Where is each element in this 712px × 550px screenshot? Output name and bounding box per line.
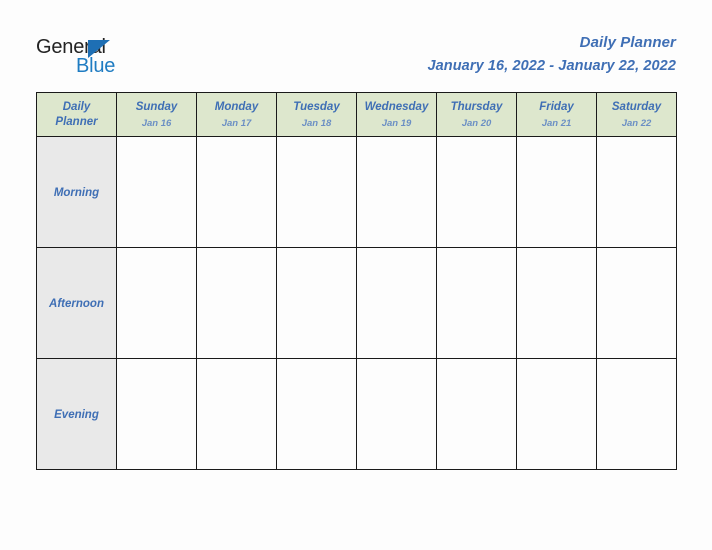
day-name-monday: Monday (214, 100, 259, 113)
table-header-row: Daily Planner Sunday Jan 16 Monday Jan 1… (36, 92, 677, 137)
planner-cell-evening-monday[interactable] (196, 358, 277, 470)
period-label-text: Evening (54, 409, 99, 421)
table-row-evening: Evening (36, 358, 677, 470)
planner-cell-afternoon-sunday[interactable] (116, 247, 197, 359)
planner-cell-morning-wednesday[interactable] (356, 136, 437, 248)
header-cell-sunday: Sunday Jan 16 (116, 92, 197, 137)
planner-page: General Blue Daily Planner January 16, 2… (0, 0, 712, 550)
day-date-thursday: Jan 20 (461, 117, 492, 129)
header-cell-friday: Friday Jan 21 (516, 92, 597, 137)
planner-cell-evening-tuesday[interactable] (276, 358, 357, 470)
corner-label-line1: Daily (62, 100, 91, 113)
day-date-sunday: Jan 16 (141, 117, 172, 129)
period-label-afternoon: Afternoon (36, 247, 117, 359)
header-corner-cell: Daily Planner (36, 92, 117, 137)
day-name-sunday: Sunday (135, 100, 178, 113)
planner-cell-afternoon-tuesday[interactable] (276, 247, 357, 359)
header-cell-monday: Monday Jan 17 (196, 92, 277, 137)
planner-cell-morning-thursday[interactable] (436, 136, 517, 248)
planner-cell-morning-saturday[interactable] (596, 136, 677, 248)
header-cell-wednesday: Wednesday Jan 19 (356, 92, 437, 137)
planner-cell-evening-saturday[interactable] (596, 358, 677, 470)
period-label-text: Morning (53, 187, 100, 199)
day-date-saturday: Jan 22 (621, 117, 652, 129)
title-block: Daily Planner January 16, 2022 - January… (427, 33, 676, 77)
table-row-morning: Morning (36, 136, 677, 248)
header-cell-saturday: Saturday Jan 22 (596, 92, 677, 137)
corner-label-line2: Planner (55, 115, 98, 128)
table-row-afternoon: Afternoon (36, 247, 677, 359)
planner-cell-evening-sunday[interactable] (116, 358, 197, 470)
day-name-tuesday: Tuesday (293, 100, 340, 113)
planner-cell-morning-tuesday[interactable] (276, 136, 357, 248)
planner-cell-morning-sunday[interactable] (116, 136, 197, 248)
planner-cell-afternoon-friday[interactable] (516, 247, 597, 359)
planner-cell-evening-wednesday[interactable] (356, 358, 437, 470)
day-name-thursday: Thursday (450, 100, 503, 113)
logo-text-blue: Blue (76, 55, 116, 77)
header-cell-tuesday: Tuesday Jan 18 (276, 92, 357, 137)
page-header: General Blue Daily Planner January 16, 2… (0, 0, 712, 92)
daily-planner-table: Daily Planner Sunday Jan 16 Monday Jan 1… (36, 92, 677, 470)
planner-cell-morning-friday[interactable] (516, 136, 597, 248)
planner-cell-afternoon-saturday[interactable] (596, 247, 677, 359)
day-name-friday: Friday (539, 100, 574, 113)
period-label-evening: Evening (36, 358, 117, 470)
day-name-saturday: Saturday (611, 100, 662, 113)
planner-cell-afternoon-wednesday[interactable] (356, 247, 437, 359)
planner-cell-evening-thursday[interactable] (436, 358, 517, 470)
page-title: Daily Planner (579, 34, 676, 51)
general-blue-logo: General Blue (36, 36, 226, 84)
header-cell-thursday: Thursday Jan 20 (436, 92, 517, 137)
planner-cell-evening-friday[interactable] (516, 358, 597, 470)
period-label-text: Afternoon (49, 298, 104, 310)
day-date-wednesday: Jan 19 (381, 117, 412, 129)
day-date-monday: Jan 17 (221, 117, 252, 129)
period-label-morning: Morning (36, 136, 117, 248)
day-date-tuesday: Jan 18 (301, 117, 332, 129)
day-date-friday: Jan 21 (541, 117, 572, 129)
day-name-wednesday: Wednesday (364, 100, 429, 113)
date-range-subtitle: January 16, 2022 - January 22, 2022 (427, 58, 676, 74)
planner-cell-morning-monday[interactable] (196, 136, 277, 248)
planner-cell-afternoon-monday[interactable] (196, 247, 277, 359)
planner-cell-afternoon-thursday[interactable] (436, 247, 517, 359)
